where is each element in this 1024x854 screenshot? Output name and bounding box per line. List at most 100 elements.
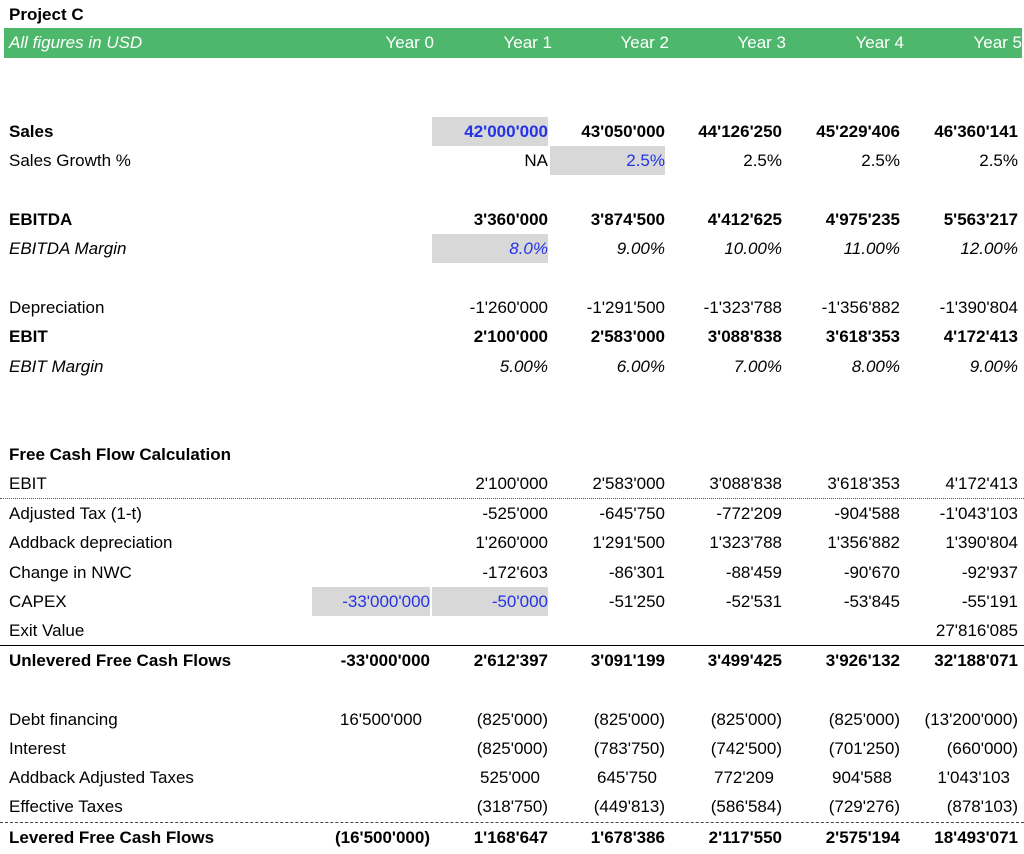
cell-year-4[interactable]: (701'250): [784, 734, 900, 763]
cell-year-3[interactable]: -88'459: [667, 558, 782, 587]
row-label[interactable]: Addback depreciation: [9, 528, 173, 557]
cell-year-5[interactable]: (878'103): [902, 792, 1018, 821]
cell-year-2[interactable]: 6.00%: [550, 352, 665, 381]
cell-year-5[interactable]: -55'191: [902, 587, 1018, 616]
row-label[interactable]: EBIT Margin: [9, 352, 103, 381]
cell-year-5[interactable]: 1'043'103: [894, 763, 1010, 792]
row-label[interactable]: Change in NWC: [9, 558, 132, 587]
cell-year-1[interactable]: 2'100'000: [432, 469, 548, 498]
cell-year-4[interactable]: 1'356'882: [784, 528, 900, 557]
cell-year-0[interactable]: [312, 234, 430, 263]
row-label[interactable]: Interest: [9, 734, 66, 763]
cell-year-5[interactable]: 1'390'804: [902, 528, 1018, 557]
cell-year-4[interactable]: 904'588: [776, 763, 892, 792]
cell-year-5[interactable]: 27'816'085: [902, 616, 1018, 645]
cell-year-4[interactable]: -90'670: [784, 558, 900, 587]
cell-year-5[interactable]: -1'390'804: [902, 293, 1018, 322]
cell-year-3[interactable]: (742'500): [667, 734, 782, 763]
row-label[interactable]: EBITDA: [9, 205, 72, 234]
cell-year-2[interactable]: 2'583'000: [550, 469, 665, 498]
header-year-4[interactable]: Year 4: [788, 28, 904, 58]
cell-year-3[interactable]: 10.00%: [667, 234, 782, 263]
row-label[interactable]: CAPEX: [9, 587, 67, 616]
cell-year-4[interactable]: 45'229'406: [784, 117, 900, 146]
row-label[interactable]: Addback Adjusted Taxes: [9, 763, 194, 792]
cell-year-2[interactable]: [550, 616, 665, 645]
cell-year-4[interactable]: (729'276): [784, 792, 900, 821]
cell-year-0-input[interactable]: -33'000'000: [312, 587, 430, 616]
cell-year-1[interactable]: 3'360'000: [432, 205, 548, 234]
cell-year-5[interactable]: 5'563'217: [902, 205, 1018, 234]
cell-year-3[interactable]: -1'323'788: [667, 293, 782, 322]
cell-year-2[interactable]: -645'750: [550, 499, 665, 528]
cell-year-0[interactable]: [312, 293, 430, 322]
cell-year-3[interactable]: (825'000): [667, 705, 782, 734]
cell-year-4[interactable]: 3'618'353: [784, 469, 900, 498]
cell-year-5[interactable]: 9.00%: [902, 352, 1018, 381]
cell-year-0[interactable]: [312, 734, 430, 763]
cell-year-0[interactable]: [312, 117, 430, 146]
cell-year-0[interactable]: -33'000'000: [312, 646, 430, 675]
cell-year-5[interactable]: -92'937: [902, 558, 1018, 587]
cell-year-4[interactable]: -904'588: [784, 499, 900, 528]
cell-year-1-input[interactable]: -50'000: [432, 587, 548, 616]
cell-year-4[interactable]: 3'618'353: [784, 322, 900, 351]
cell-year-5[interactable]: (13'200'000): [902, 705, 1018, 734]
row-label[interactable]: Levered Free Cash Flows: [9, 823, 214, 852]
cell-year-1[interactable]: (318'750): [432, 792, 548, 821]
cell-year-0[interactable]: [312, 499, 430, 528]
cell-year-1[interactable]: -1'260'000: [432, 293, 548, 322]
cell-year-1-input[interactable]: 8.0%: [432, 234, 548, 263]
cell-year-3[interactable]: (586'584): [667, 792, 782, 821]
cell-year-5[interactable]: 2.5%: [902, 146, 1018, 175]
cell-year-4[interactable]: 11.00%: [784, 234, 900, 263]
cell-year-2[interactable]: -51'250: [550, 587, 665, 616]
cell-year-1[interactable]: [432, 616, 548, 645]
row-label[interactable]: EBIT: [9, 469, 47, 498]
header-year-1[interactable]: Year 1: [436, 28, 552, 58]
cell-year-4[interactable]: 2.5%: [784, 146, 900, 175]
cell-year-0[interactable]: (16'500'000): [312, 823, 430, 852]
cell-year-1[interactable]: 1'168'647: [432, 823, 548, 852]
cell-year-1[interactable]: 525'000: [424, 763, 540, 792]
cell-year-5[interactable]: 18'493'071: [902, 823, 1018, 852]
cell-year-2[interactable]: 3'874'500: [550, 205, 665, 234]
cell-year-3[interactable]: 3'088'838: [667, 469, 782, 498]
cell-year-3[interactable]: 7.00%: [667, 352, 782, 381]
cell-year-2[interactable]: 645'750: [542, 763, 657, 792]
header-year-2[interactable]: Year 2: [554, 28, 669, 58]
cell-year-0[interactable]: [312, 469, 430, 498]
row-label[interactable]: Sales: [9, 117, 53, 146]
cell-year-0[interactable]: [312, 792, 430, 821]
row-label[interactable]: Adjusted Tax (1-t): [9, 499, 142, 528]
cell-year-2[interactable]: -1'291'500: [550, 293, 665, 322]
cell-year-4[interactable]: (825'000): [784, 705, 900, 734]
cell-year-5[interactable]: (660'000): [902, 734, 1018, 763]
cell-year-5[interactable]: 4'172'413: [902, 322, 1018, 351]
cell-year-2[interactable]: (825'000): [550, 705, 665, 734]
cell-year-3[interactable]: 1'323'788: [667, 528, 782, 557]
cell-year-0[interactable]: [312, 616, 430, 645]
row-label[interactable]: Debt financing: [9, 705, 118, 734]
cell-year-3[interactable]: -52'531: [667, 587, 782, 616]
cell-year-0[interactable]: [312, 322, 430, 351]
cell-year-5[interactable]: 12.00%: [902, 234, 1018, 263]
cell-year-3[interactable]: 3'088'838: [667, 322, 782, 351]
cell-year-4[interactable]: 8.00%: [784, 352, 900, 381]
header-year-3[interactable]: Year 3: [671, 28, 786, 58]
cell-year-4[interactable]: -1'356'882: [784, 293, 900, 322]
cell-year-0[interactable]: [312, 558, 430, 587]
cell-year-5[interactable]: 4'172'413: [902, 469, 1018, 498]
cell-year-0[interactable]: [312, 528, 430, 557]
row-label[interactable]: Exit Value: [9, 616, 84, 645]
cell-year-1[interactable]: NA: [432, 146, 548, 175]
cell-year-1[interactable]: -172'603: [432, 558, 548, 587]
cell-year-5[interactable]: 32'188'071: [902, 646, 1018, 675]
cell-year-3[interactable]: -772'209: [667, 499, 782, 528]
cell-year-2[interactable]: 3'091'199: [550, 646, 665, 675]
cell-year-2[interactable]: 1'291'500: [550, 528, 665, 557]
cell-year-4[interactable]: 4'975'235: [784, 205, 900, 234]
cell-year-3[interactable]: 3'499'425: [667, 646, 782, 675]
cell-year-3[interactable]: 2'117'550: [667, 823, 782, 852]
row-label[interactable]: Depreciation: [9, 293, 104, 322]
